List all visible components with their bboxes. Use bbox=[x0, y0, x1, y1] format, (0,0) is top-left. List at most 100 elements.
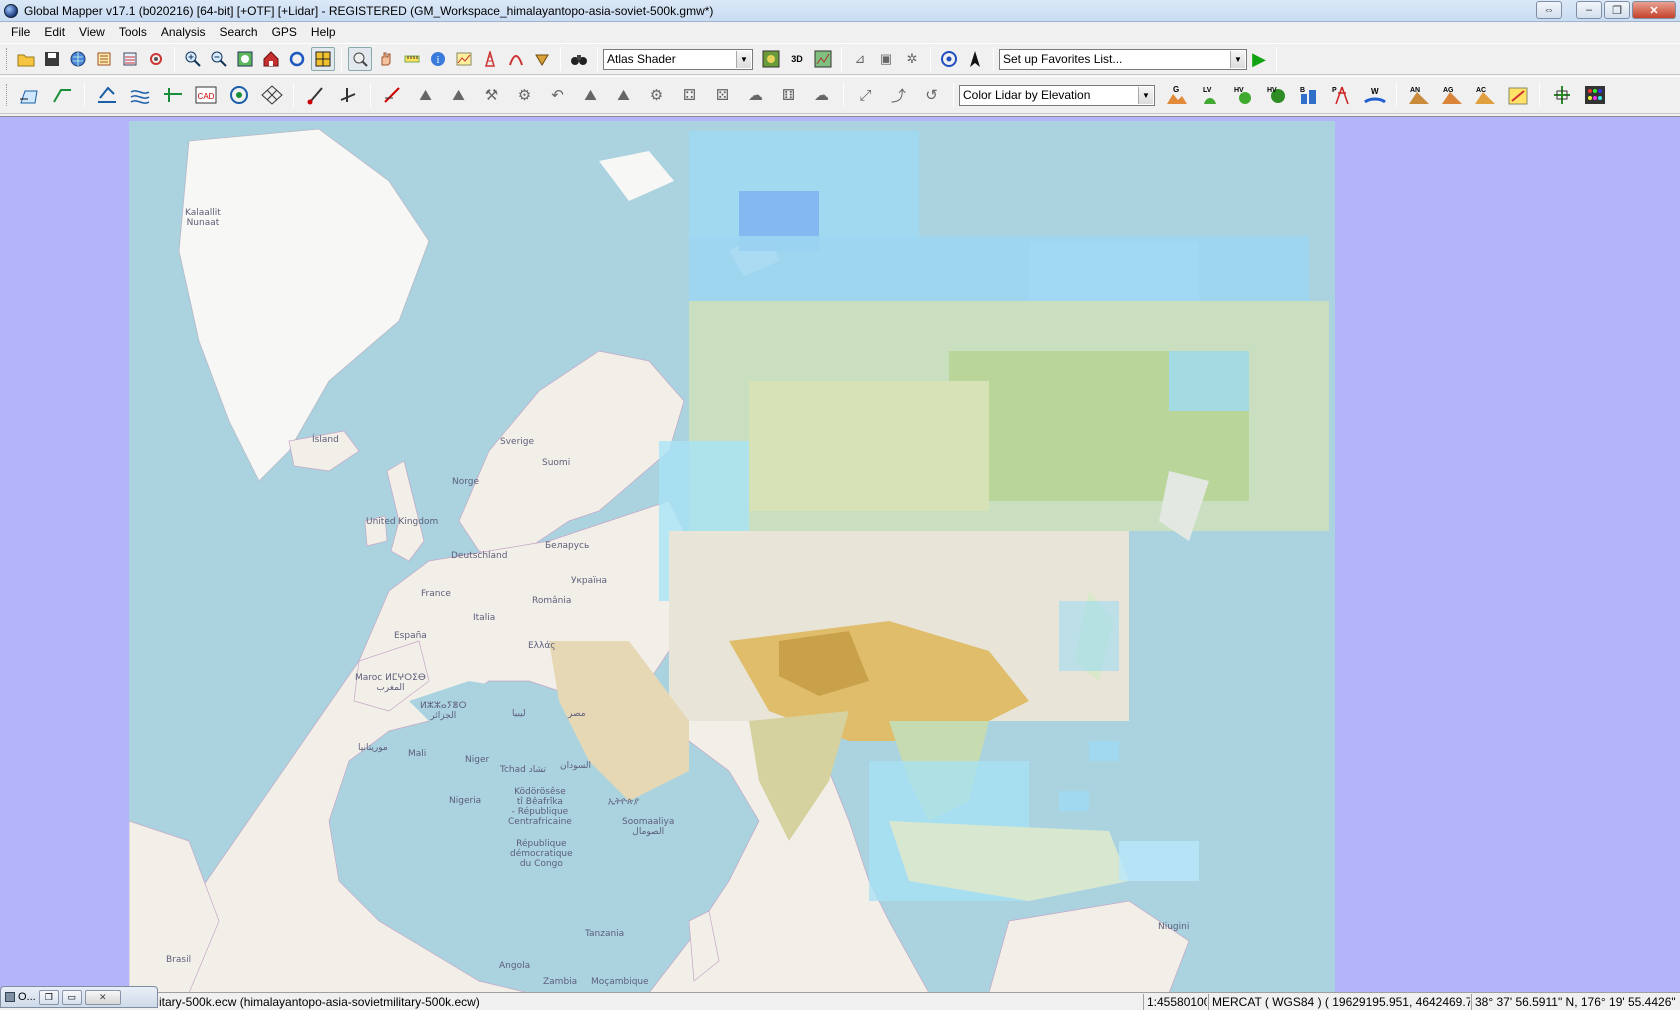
lidar-tool-6-icon[interactable]: ⛰ bbox=[575, 80, 606, 110]
resize-arrows-button[interactable]: ⇔ bbox=[1536, 1, 1562, 19]
lidar-ground-icon[interactable]: G bbox=[1161, 80, 1192, 110]
path-profile-icon[interactable] bbox=[504, 47, 528, 71]
refresh-icon[interactable] bbox=[285, 47, 309, 71]
label-tanzania: Tanzania bbox=[585, 929, 625, 939]
toolbar-grip[interactable] bbox=[6, 48, 9, 70]
contour-icon[interactable] bbox=[124, 80, 155, 110]
lidar-high-veg-icon[interactable]: HV bbox=[1260, 80, 1291, 110]
lidar-draw-icon[interactable] bbox=[377, 80, 408, 110]
page-layout-icon[interactable]: ▣ bbox=[874, 47, 898, 71]
lidar-tool-5-icon[interactable]: ↶ bbox=[542, 80, 573, 110]
map-view[interactable]: Kalaallit Nunaat Ísland Sverige Suomi No… bbox=[0, 116, 1680, 992]
lidar-med-veg-icon[interactable]: HV bbox=[1227, 80, 1258, 110]
analysis-an-icon[interactable]: AN bbox=[1403, 80, 1434, 110]
cross-section-icon[interactable] bbox=[1546, 80, 1577, 110]
cad-icon[interactable]: CAD bbox=[190, 80, 221, 110]
split-line-icon[interactable] bbox=[157, 80, 188, 110]
menu-edit[interactable]: Edit bbox=[37, 22, 72, 42]
config-icon[interactable] bbox=[144, 47, 168, 71]
digitizer-icon[interactable] bbox=[452, 47, 476, 71]
lidar-tool-2-icon[interactable]: ⛰ bbox=[443, 80, 474, 110]
info-icon[interactable]: i bbox=[426, 47, 450, 71]
base-map[interactable] bbox=[129, 121, 1335, 992]
lidar-tool-8-icon[interactable]: ⚙ bbox=[641, 80, 672, 110]
lidar-tool-9-icon[interactable]: ⚃ bbox=[674, 80, 705, 110]
lidar-low-veg-icon[interactable]: LV bbox=[1194, 80, 1225, 110]
view-shed-icon[interactable] bbox=[530, 47, 554, 71]
terrain-layer-icon[interactable] bbox=[811, 47, 835, 71]
binoculars-icon[interactable] bbox=[567, 47, 591, 71]
pan-hand-icon[interactable] bbox=[374, 47, 398, 71]
lidar-tool-3-icon[interactable]: ⚒ bbox=[476, 80, 507, 110]
home-icon[interactable] bbox=[259, 47, 283, 71]
lidar-tool-16-icon[interactable]: ↺ bbox=[916, 80, 947, 110]
lidar-tool-15-icon[interactable]: ⤴ bbox=[883, 80, 914, 110]
lidar-color-select[interactable]: Color Lidar by Elevation ▼ bbox=[959, 84, 1155, 106]
color-grid-icon[interactable] bbox=[1579, 80, 1610, 110]
favorites-select[interactable]: Set up Favorites List... ▼ bbox=[999, 48, 1247, 70]
menu-gps[interactable]: GPS bbox=[265, 22, 304, 42]
layers-icon[interactable] bbox=[118, 47, 142, 71]
chevron-down-icon[interactable]: ▼ bbox=[1138, 86, 1153, 104]
minimized-window[interactable]: O... ❐ ▭ ✕ bbox=[0, 986, 158, 1008]
create-line-icon[interactable] bbox=[47, 80, 78, 110]
lidar-water-icon[interactable]: W bbox=[1359, 80, 1390, 110]
lidar-tool-14-icon[interactable]: ⤢ bbox=[850, 80, 881, 110]
edit-point-icon[interactable] bbox=[300, 80, 331, 110]
menu-help[interactable]: Help bbox=[304, 22, 343, 42]
restore-button[interactable]: ❐ bbox=[38, 989, 59, 1005]
buffer-icon[interactable] bbox=[223, 80, 254, 110]
tower-icon[interactable] bbox=[478, 47, 502, 71]
select-tool-icon[interactable]: ✲ bbox=[900, 47, 924, 71]
globe-icon[interactable] bbox=[66, 47, 90, 71]
full-view-icon[interactable] bbox=[233, 47, 257, 71]
chevron-down-icon[interactable]: ▼ bbox=[1230, 50, 1245, 68]
analysis-ag-icon[interactable]: AG bbox=[1436, 80, 1467, 110]
lidar-building-icon[interactable]: B bbox=[1293, 80, 1324, 110]
move-feature-icon[interactable] bbox=[333, 80, 364, 110]
menu-search[interactable]: Search bbox=[213, 22, 265, 42]
label-ethiopia: ኢትዮጵያ bbox=[608, 797, 640, 807]
chevron-down-icon[interactable]: ▼ bbox=[736, 50, 751, 68]
shader-select[interactable]: Atlas Shader ▼ bbox=[603, 48, 753, 70]
grid-view-icon[interactable] bbox=[311, 47, 335, 71]
zoom-in-icon[interactable] bbox=[181, 47, 205, 71]
menu-analysis[interactable]: Analysis bbox=[154, 22, 213, 42]
shader-settings-icon[interactable] bbox=[759, 47, 783, 71]
highlight-icon[interactable] bbox=[1502, 80, 1533, 110]
lidar-tool-11-icon[interactable]: ☁ bbox=[740, 80, 771, 110]
open-folder-icon[interactable] bbox=[14, 47, 38, 71]
close-button[interactable]: ✕ bbox=[1632, 1, 1676, 19]
menu-file[interactable]: File bbox=[4, 22, 37, 42]
toolbar-separator bbox=[560, 47, 561, 71]
measure-icon[interactable] bbox=[400, 47, 424, 71]
gps-target-icon[interactable] bbox=[937, 47, 961, 71]
maximize-button[interactable]: ❐ bbox=[1604, 1, 1630, 19]
path-tool-icon[interactable]: ⊿ bbox=[848, 47, 872, 71]
analysis-ac-icon[interactable]: AC bbox=[1469, 80, 1500, 110]
zoom-out-icon[interactable] bbox=[207, 47, 231, 71]
toolbar-separator bbox=[597, 47, 598, 71]
close-button[interactable]: ✕ bbox=[84, 989, 121, 1005]
lidar-tool-1-icon[interactable]: ⛰ bbox=[410, 80, 441, 110]
overlay-control-icon[interactable] bbox=[92, 47, 116, 71]
pointer-icon[interactable] bbox=[348, 47, 372, 71]
3d-view-icon[interactable]: 3D bbox=[785, 47, 809, 71]
maximize-button[interactable]: ▭ bbox=[61, 989, 82, 1005]
create-area-icon[interactable] bbox=[14, 80, 45, 110]
north-arrow-icon[interactable] bbox=[963, 47, 987, 71]
save-icon[interactable] bbox=[40, 47, 64, 71]
edit-vertices-icon[interactable] bbox=[91, 80, 122, 110]
lidar-tool-7-icon[interactable]: ⛰ bbox=[608, 80, 639, 110]
minimize-button[interactable]: ‒ bbox=[1576, 1, 1602, 19]
lidar-tool-13-icon[interactable]: ☁ bbox=[806, 80, 837, 110]
lidar-tool-10-icon[interactable]: ⚄ bbox=[707, 80, 738, 110]
lidar-tool-4-icon[interactable]: ⚙ bbox=[509, 80, 540, 110]
menu-view[interactable]: View bbox=[72, 22, 112, 42]
lidar-powerline-icon[interactable]: P bbox=[1326, 80, 1357, 110]
menu-tools[interactable]: Tools bbox=[112, 22, 154, 42]
toolbar-grip[interactable] bbox=[6, 84, 9, 106]
run-favorite-play-icon[interactable]: ▶ bbox=[1247, 47, 1271, 71]
grid-area-icon[interactable] bbox=[256, 80, 287, 110]
lidar-tool-12-icon[interactable]: ⚅ bbox=[773, 80, 804, 110]
